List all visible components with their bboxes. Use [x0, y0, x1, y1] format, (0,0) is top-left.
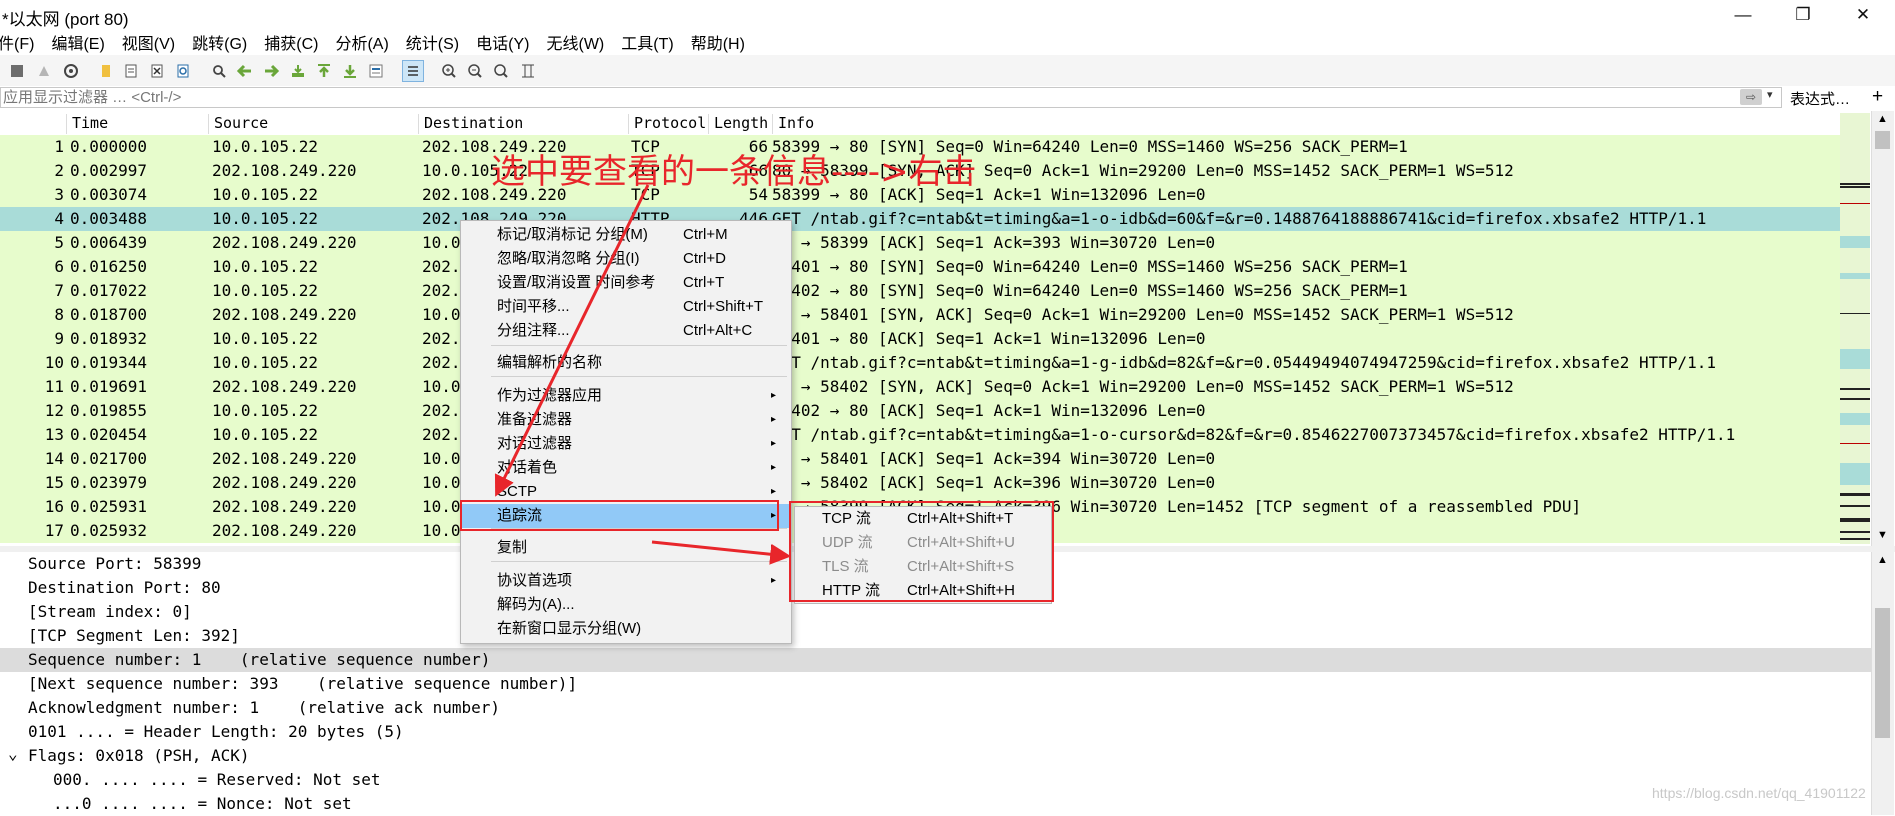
annotation-arrows [494, 184, 792, 565]
arrow-to-follow-stream [494, 184, 650, 497]
arrow-to-submenu [651, 540, 792, 565]
watermark: https://blog.csdn.net/qq_41901122 [1652, 785, 1866, 801]
annotation-text: 选中要查看的一条信息---->右击 [491, 152, 977, 192]
